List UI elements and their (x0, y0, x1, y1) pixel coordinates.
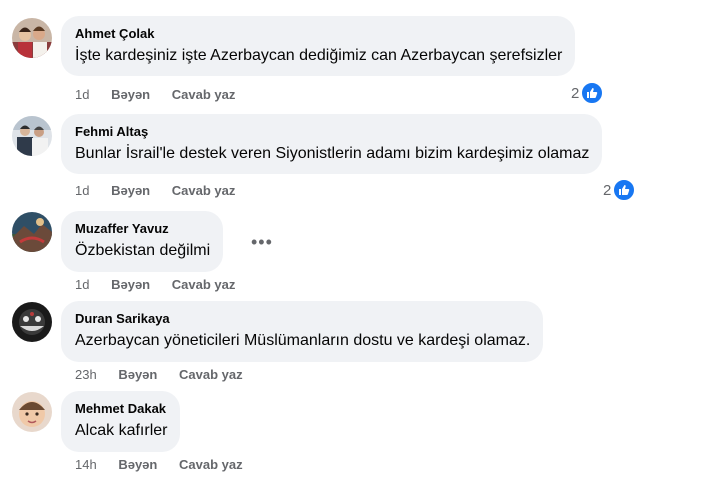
comment-bubble: Ahmet Çolak İşte kardeşiniz işte Azerbay… (61, 16, 576, 76)
reaction-summary[interactable]: 2 (571, 82, 604, 104)
avatar-photo (12, 18, 52, 58)
comment-bubble: Duran Sarikaya Azerbaycan yöneticileri M… (61, 301, 544, 362)
reaction-count: 2 (603, 181, 612, 199)
avatar-photo (12, 392, 52, 432)
comment-bubble: Fehmi Altaş Bunlar İsrail'le destek vere… (61, 114, 603, 174)
thumbs-up-icon (613, 179, 636, 201)
comment-text: İşte kardeşiniz işte Azerbaycan dediğimi… (75, 47, 563, 64)
reaction-count: 2 (571, 84, 580, 102)
comment-author[interactable]: Ahmet Çolak (75, 25, 562, 42)
comment-bubble: Mehmet Dakak Alcak kafırler (61, 391, 181, 452)
avatar-photo (12, 302, 52, 342)
comment-time[interactable]: 1d (75, 87, 89, 103)
comment-time[interactable]: 1d (75, 277, 89, 293)
comment-text: Alcak kafırler (75, 422, 168, 439)
comment-bubble: Muzaffer Yavuz Özbekistan değilmi (61, 211, 224, 272)
comment-author[interactable]: Muzaffer Yavuz (75, 220, 210, 237)
thumbs-up-icon (581, 82, 604, 104)
reply-button[interactable]: Cavab yaz (179, 457, 243, 473)
comment-actions: 1d Bəyən Cavab yaz (75, 87, 253, 103)
like-button[interactable]: Bəyən (118, 457, 157, 473)
comment-author[interactable]: Mehmet Dakak (75, 400, 167, 417)
avatar[interactable] (12, 392, 52, 432)
comment-text: Bunlar İsrail'le destek veren Siyonistle… (75, 145, 590, 162)
reply-button[interactable]: Cavab yaz (172, 183, 236, 199)
comment-text: Azerbaycan yöneticileri Müslümanların do… (75, 332, 531, 349)
avatar-photo (12, 212, 52, 252)
more-options-icon[interactable]: ••• (251, 233, 273, 251)
like-button[interactable]: Bəyən (111, 87, 150, 103)
comment-author[interactable]: Fehmi Altaş (75, 123, 589, 140)
comment-actions: 23h Bəyən Cavab yaz (75, 367, 261, 383)
avatar[interactable] (12, 302, 52, 342)
comment-author[interactable]: Duran Sarikaya (75, 310, 530, 327)
avatar[interactable] (12, 18, 52, 58)
reply-button[interactable]: Cavab yaz (179, 367, 243, 383)
avatar-photo (12, 116, 52, 156)
comment-text: Özbekistan değilmi (75, 242, 211, 259)
comment-time[interactable]: 14h (75, 457, 97, 473)
like-button[interactable]: Bəyən (118, 367, 157, 383)
comment-actions: 1d Bəyən Cavab yaz (75, 277, 253, 293)
comment-actions: 14h Bəyən Cavab yaz (75, 457, 261, 473)
reaction-summary[interactable]: 2 (603, 179, 636, 201)
reply-button[interactable]: Cavab yaz (172, 277, 236, 293)
comment-time[interactable]: 1d (75, 183, 89, 199)
comment-actions: 1d Bəyən Cavab yaz (75, 183, 253, 199)
reply-button[interactable]: Cavab yaz (172, 87, 236, 103)
comment-time[interactable]: 23h (75, 367, 97, 383)
avatar[interactable] (12, 212, 52, 252)
avatar[interactable] (12, 116, 52, 156)
like-button[interactable]: Bəyən (111, 183, 150, 199)
like-button[interactable]: Bəyən (111, 277, 150, 293)
